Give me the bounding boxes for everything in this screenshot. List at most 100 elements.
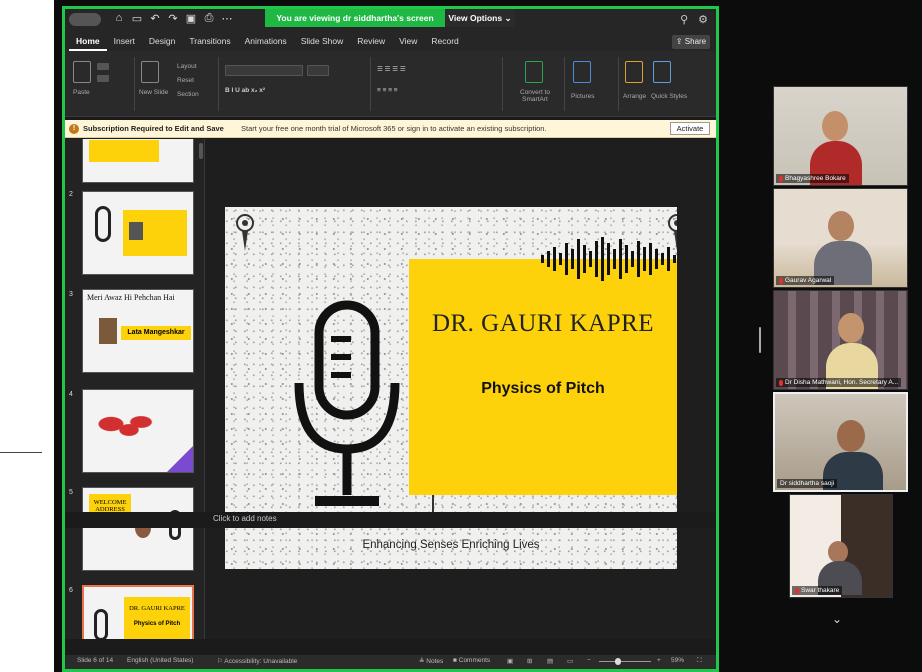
new-slide-icon[interactable] xyxy=(141,61,159,83)
quick-access-toolbar: ⌂ ▭ ↶ ↷ ▣ ⎙ ⋯ xyxy=(113,12,233,25)
view-options-label: View Options xyxy=(448,13,503,23)
sorter-view-icon[interactable]: ⊞ xyxy=(527,657,532,665)
slide-tagline: Enhancing Senses Enriching Lives xyxy=(362,539,540,551)
activate-button[interactable]: Activate xyxy=(670,122,710,135)
tab-review[interactable]: Review xyxy=(350,31,392,51)
paste-icon[interactable] xyxy=(73,61,91,83)
title-box xyxy=(409,259,677,495)
tab-design[interactable]: Design xyxy=(142,31,182,51)
settings-icon[interactable]: ⚙ xyxy=(698,13,708,26)
present-icon[interactable]: ▣ xyxy=(185,12,197,25)
slide-thumbnail-5[interactable]: WELCOME ADDRESS xyxy=(82,487,194,571)
participant-face xyxy=(838,313,864,343)
emblem-icon xyxy=(236,214,254,251)
arrange-icon[interactable] xyxy=(625,61,643,83)
slide-thumbnail-2[interactable] xyxy=(82,191,194,275)
accessibility-status[interactable]: ⚐ Accessibility: Unavailable xyxy=(217,657,297,665)
font-size-field[interactable] xyxy=(307,65,329,76)
smartart-icon[interactable] xyxy=(525,61,543,83)
fit-slide-icon[interactable]: ⛶ xyxy=(697,657,702,665)
print-icon[interactable]: ⎙ xyxy=(203,12,215,25)
participant-face xyxy=(828,541,848,563)
chevron-down-icon[interactable]: ⌄ xyxy=(832,612,842,626)
comments-button[interactable]: ■ Comments xyxy=(453,657,490,664)
divider-line xyxy=(0,452,42,453)
home-icon[interactable]: ⌂ xyxy=(113,12,125,25)
align-icons[interactable]: ≡ ≡ ≡ ≡ xyxy=(377,87,398,94)
slide-count: Slide 6 of 14 xyxy=(77,657,114,664)
layout-label[interactable]: Layout xyxy=(177,63,197,70)
more-icon[interactable]: ⋯ xyxy=(221,12,233,25)
slide-thumbnails-panel[interactable]: 2 3 Meri Awaz Hi Pehchan Hai Lata Manges… xyxy=(65,139,205,639)
language-indicator[interactable]: English (United States) xyxy=(127,657,193,664)
slide-editor: DR. GAURI KAPRE Physics of Pitch Enhanci… xyxy=(207,139,716,639)
reading-view-icon[interactable]: ▤ xyxy=(547,657,553,665)
tab-insert[interactable]: Insert xyxy=(107,31,142,51)
thumbnail-number: 3 xyxy=(69,291,73,298)
panel-resize-handle[interactable] xyxy=(759,327,761,353)
thumbnail-3-label: Lata Mangeshkar xyxy=(121,326,191,340)
zoom-slider-handle[interactable] xyxy=(615,658,621,665)
slide-title: DR. GAURI KAPRE xyxy=(431,310,655,337)
paste-label: Paste xyxy=(73,89,90,96)
notice-text: Start your free one month trial of Micro… xyxy=(241,124,547,133)
participant-face xyxy=(828,211,854,241)
slideshow-view-icon[interactable]: ▭ xyxy=(567,657,573,665)
tab-view[interactable]: View xyxy=(392,31,424,51)
redo-icon[interactable]: ↷ xyxy=(167,12,179,25)
notes-button[interactable]: ≜ Notes xyxy=(419,657,443,665)
participant-tile[interactable]: Gaurav Agarwal xyxy=(773,188,908,288)
zoom-slider[interactable] xyxy=(599,661,651,662)
font-format-icons[interactable]: B I U ab x₂ x² xyxy=(225,87,265,94)
participant-tile[interactable]: Bhagyashree Bokare xyxy=(773,86,908,186)
notes-label: Notes xyxy=(426,658,444,665)
slide-thumbnail-6[interactable]: DR. GAURI KAPRE Physics of Pitch xyxy=(82,585,194,639)
screenshot: ⌂ ▭ ↶ ↷ ▣ ⎙ ⋯ You are viewing dr siddhar… xyxy=(0,0,922,672)
quick-styles-label: Quick Styles xyxy=(651,93,688,100)
ribbon-toolbar: Paste New Slide Layout Reset Section B I… xyxy=(65,51,716,117)
tab-slide-show[interactable]: Slide Show xyxy=(294,31,351,51)
pictures-icon[interactable] xyxy=(573,61,591,83)
cut-icon[interactable] xyxy=(97,63,109,70)
slide-thumbnail-1[interactable] xyxy=(82,139,194,183)
copy-icon[interactable] xyxy=(97,75,109,82)
reset-label[interactable]: Reset xyxy=(177,77,194,84)
participant-tile-active-speaker[interactable]: Dr siddhartha saoji xyxy=(773,392,908,492)
slide-thumbnail-4[interactable] xyxy=(82,389,194,473)
shared-screen: ⌂ ▭ ↶ ↷ ▣ ⎙ ⋯ You are viewing dr siddhar… xyxy=(62,6,719,672)
participant-name-text: Bhagyashree Bokare xyxy=(785,175,846,182)
slides-group: New Slide Layout Reset Section xyxy=(137,57,219,111)
participant-tile[interactable]: Dr Disha Mathwani, Hon. Secretary A... xyxy=(773,290,908,390)
font-name-field[interactable] xyxy=(225,65,303,76)
thumbnail-6-title: DR. GAURI KAPRE xyxy=(129,605,185,612)
title-bar-right: ⚲ ⚙ xyxy=(680,13,708,26)
share-button[interactable]: ⇪ Share xyxy=(672,35,710,49)
quick-styles-icon[interactable] xyxy=(653,61,671,83)
viewing-banner: You are viewing dr siddhartha's screen xyxy=(265,9,445,27)
muted-mic-icon xyxy=(779,379,783,386)
tab-record[interactable]: Record xyxy=(424,31,465,51)
list-icons[interactable]: ☰ ☰ ☰ ☰ xyxy=(377,65,406,73)
accessibility-icon: ⚐ xyxy=(217,658,223,665)
view-options-button[interactable]: View Options ⌄ xyxy=(445,9,515,27)
normal-view-icon[interactable]: ▣ xyxy=(507,657,513,665)
notes-pane[interactable]: Click to add notes xyxy=(65,512,716,528)
thumbnail-scrollbar[interactable] xyxy=(199,143,203,159)
accessibility-label: Accessibility: Unavailable xyxy=(224,658,298,665)
toggle-pill[interactable] xyxy=(69,13,101,26)
undo-icon[interactable]: ↶ xyxy=(149,12,161,25)
zoom-in-icon[interactable]: + xyxy=(657,657,661,664)
slide-thumbnail-3[interactable]: Meri Awaz Hi Pehchan Hai Lata Mangeshkar xyxy=(82,289,194,373)
tab-animations[interactable]: Animations xyxy=(238,31,294,51)
section-label[interactable]: Section xyxy=(177,91,199,98)
search-icon[interactable]: ⚲ xyxy=(680,13,688,26)
pictures-group: Pictures xyxy=(567,57,619,111)
tab-transitions[interactable]: Transitions xyxy=(182,31,237,51)
tab-home[interactable]: Home xyxy=(69,31,107,51)
zoom-level[interactable]: 59% xyxy=(671,657,684,664)
save-icon[interactable]: ▭ xyxy=(131,12,143,25)
new-slide-label: New Slide xyxy=(139,89,169,96)
zoom-out-icon[interactable]: − xyxy=(587,657,591,664)
thumbnail-3-title: Meri Awaz Hi Pehchan Hai xyxy=(87,293,175,302)
participant-tile[interactable]: Swar thakare xyxy=(789,494,893,598)
